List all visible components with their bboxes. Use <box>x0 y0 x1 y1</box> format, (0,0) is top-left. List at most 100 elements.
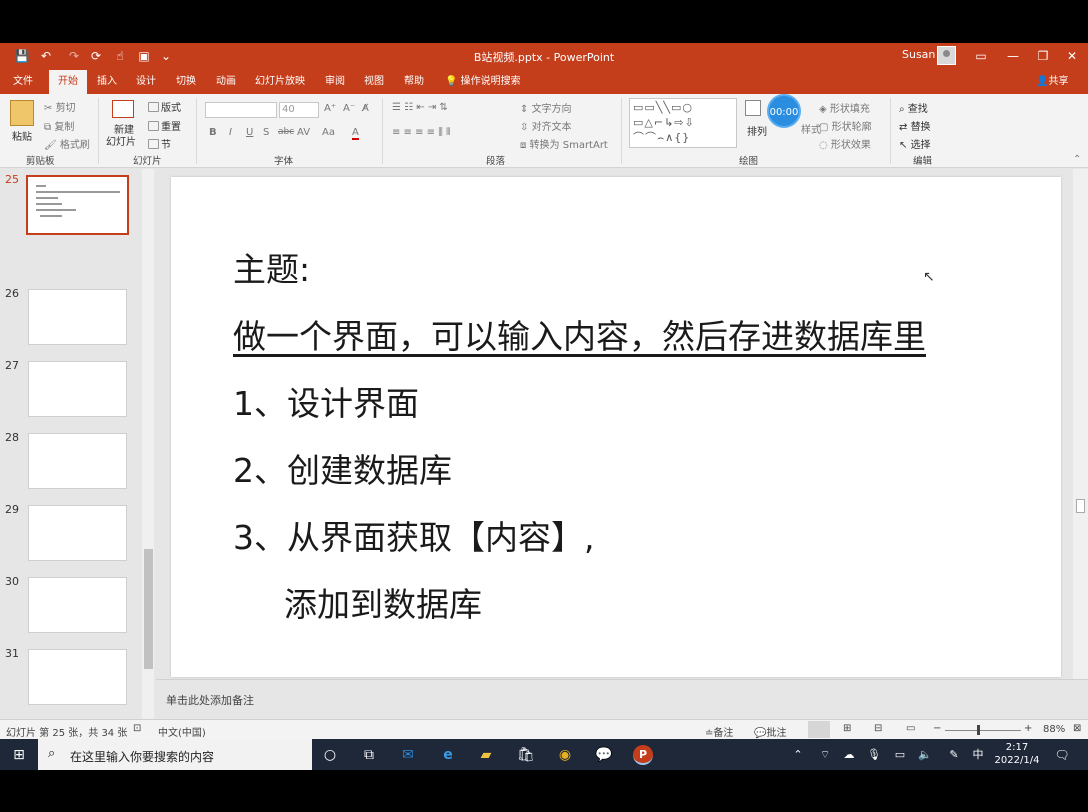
tray-overflow-icon[interactable]: ⌃ <box>788 745 808 765</box>
font-name-dropdown[interactable] <box>205 102 277 118</box>
chrome-icon[interactable]: ◉ <box>555 745 575 765</box>
fit-slide-icon[interactable]: ⊠ <box>1073 723 1081 734</box>
align-text-button[interactable]: ⇳ 对齐文本 <box>520 118 572 133</box>
network-icon[interactable]: ⌔ <box>815 745 835 765</box>
copy-button[interactable]: ⧉ 复制 <box>44 118 74 133</box>
taskbar-search-box[interactable]: ⌕ 在这里输入你要搜索的内容 <box>38 739 312 770</box>
font-size-dropdown[interactable]: 40 <box>279 102 319 118</box>
notes-toggle[interactable]: ≐备注 <box>705 724 733 739</box>
edge-icon[interactable]: e <box>438 745 458 765</box>
bullets-icon[interactable]: ☰ ☷ ⇤ ⇥ ⇅ <box>392 102 448 113</box>
slide-subtitle[interactable]: 做一个界面，可以输入内容，然后存进数据库里 <box>233 310 926 358</box>
tab-home[interactable]: 开始 <box>49 70 87 95</box>
shape-fill-button[interactable]: ◈ 形状填充 <box>819 100 870 115</box>
slide-scrollbar[interactable] <box>1073 169 1088 679</box>
taskbar-search-input[interactable]: 在这里输入你要搜索的内容 <box>70 748 214 765</box>
minimize-button[interactable]: — <box>1003 46 1023 66</box>
wechat-icon[interactable]: 💬 <box>594 745 614 765</box>
language-indicator[interactable]: 中文(中国) <box>158 724 206 739</box>
slide-heading[interactable]: 主题: <box>233 243 310 291</box>
slide-scrollbar-thumb[interactable] <box>1076 499 1085 513</box>
thumbnail-slide-26[interactable] <box>28 289 127 345</box>
notes-placeholder[interactable]: 单击此处添加备注 <box>166 692 254 708</box>
section-button[interactable]: 节 <box>148 136 171 151</box>
collapse-ribbon-icon[interactable]: ⌃ <box>1073 154 1081 165</box>
clear-format-icon[interactable]: A̸ <box>362 103 369 114</box>
reading-view-icon[interactable]: ⊟ <box>874 723 882 734</box>
tell-me-search[interactable]: 💡 操作说明搜索 <box>445 70 521 94</box>
volume-icon[interactable]: 🔈 <box>915 745 935 765</box>
quick-styles-button[interactable]: 样式 <box>801 121 821 136</box>
tab-design[interactable]: 设计 <box>127 70 165 94</box>
onedrive-icon[interactable]: ☁ <box>839 745 859 765</box>
tab-help[interactable]: 帮助 <box>395 70 433 94</box>
bold-button[interactable]: B <box>209 127 217 138</box>
notes-pane[interactable]: 单击此处添加备注 <box>156 679 1088 719</box>
slide-item-2[interactable]: 2、创建数据库 <box>233 444 452 492</box>
close-button[interactable]: ✕ <box>1062 46 1082 66</box>
slide-canvas[interactable]: 主题: 做一个界面，可以输入内容，然后存进数据库里 1、设计界面 2、创建数据库… <box>171 177 1061 677</box>
select-button[interactable]: ↖ 选择 <box>899 136 931 151</box>
tab-slideshow[interactable]: 幻灯片放映 <box>250 70 310 94</box>
cortana-icon[interactable]: ○ <box>320 745 340 765</box>
shrink-font-icon[interactable]: A⁻ <box>343 103 355 114</box>
thumbnail-scrollbar-thumb[interactable] <box>144 549 153 669</box>
taskbar-clock[interactable]: 2:17 2022/1/4 <box>992 741 1042 767</box>
tab-insert[interactable]: 插入 <box>88 70 126 94</box>
thumbnail-slide-25[interactable] <box>26 175 129 235</box>
arrange-icon[interactable] <box>745 100 761 116</box>
thumbnail-slide-27[interactable] <box>28 361 127 417</box>
paste-button[interactable]: 粘贴 <box>12 128 32 143</box>
smartart-button[interactable]: ⧈ 转换为 SmartArt <box>520 136 608 151</box>
zoom-in-icon[interactable]: + <box>1024 723 1032 734</box>
avatar[interactable] <box>937 46 956 65</box>
char-spacing-button[interactable]: AV <box>297 127 310 138</box>
zoom-out-icon[interactable]: − <box>933 723 941 734</box>
shadow-text-button[interactable]: S <box>263 127 269 138</box>
tab-animations[interactable]: 动画 <box>207 70 245 94</box>
ime-indicator[interactable]: 中 <box>968 745 988 765</box>
grow-font-icon[interactable]: A⁺ <box>324 103 336 114</box>
shapes-gallery[interactable]: ▭▭╲╲▭○ ▭△⌐↳⇨⇩ ⌒⌒⌢∧{} <box>629 98 737 148</box>
change-case-button[interactable]: Aa <box>322 127 335 138</box>
tab-file[interactable]: 文件 <box>4 70 42 94</box>
user-name[interactable]: Susan <box>902 48 935 61</box>
normal-view-button[interactable] <box>808 721 830 738</box>
align-icons[interactable]: ≡ ≡ ≡ ≡ ⫼ ⦀ <box>392 127 450 138</box>
share-button[interactable]: 👤共享 <box>1036 70 1068 94</box>
sorter-view-icon[interactable]: ⊞ <box>843 723 851 734</box>
pen-icon[interactable]: ✎ <box>944 745 964 765</box>
slide-item-1[interactable]: 1、设计界面 <box>233 377 419 425</box>
comments-toggle[interactable]: 💬批注 <box>754 724 786 739</box>
reset-button[interactable]: 重置 <box>148 118 181 133</box>
store-icon[interactable]: 🛍 <box>516 745 536 765</box>
italic-button[interactable]: I <box>229 127 232 138</box>
thumbnail-slide-30[interactable] <box>28 577 127 633</box>
shape-outline-button[interactable]: ▢ 形状轮廓 <box>819 118 872 133</box>
thumbnail-slide-29[interactable] <box>28 505 127 561</box>
recording-timer[interactable]: 00:00 <box>767 94 801 128</box>
powerpoint-icon[interactable]: P <box>633 745 653 765</box>
cut-button[interactable]: ✂ 剪切 <box>44 99 76 114</box>
strikethrough-button[interactable]: abc <box>278 127 294 137</box>
slide-item-3-cont[interactable]: 添加到数据库 <box>284 578 482 626</box>
battery-icon[interactable]: ▭ <box>890 745 910 765</box>
arrange-button[interactable]: 排列 <box>747 123 767 138</box>
ribbon-display-icon[interactable]: ▭ <box>971 46 991 66</box>
text-direction-button[interactable]: ⇕ 文字方向 <box>520 100 572 115</box>
zoom-slider[interactable] <box>945 730 1021 731</box>
tab-view[interactable]: 视图 <box>355 70 393 94</box>
file-explorer-icon[interactable]: ▰ <box>476 745 496 765</box>
windows-start-icon[interactable]: ⊞ <box>9 745 29 765</box>
thumbnail-slide-31[interactable] <box>28 649 127 705</box>
zoom-level[interactable]: 88% <box>1043 724 1065 735</box>
slide-item-3[interactable]: 3、从界面获取【内容】, <box>233 511 595 559</box>
format-painter-button[interactable]: 🖌 格式刷 <box>44 136 90 151</box>
font-color-button[interactable]: A <box>352 127 359 140</box>
microphone-icon[interactable]: 🎙 <box>864 745 884 765</box>
tab-transitions[interactable]: 切换 <box>167 70 205 94</box>
new-slide-icon[interactable] <box>112 100 134 118</box>
shape-effects-button[interactable]: ◌ 形状效果 <box>819 136 871 151</box>
replace-button[interactable]: ⇄ 替换 <box>899 118 931 133</box>
paste-icon[interactable] <box>10 100 34 126</box>
